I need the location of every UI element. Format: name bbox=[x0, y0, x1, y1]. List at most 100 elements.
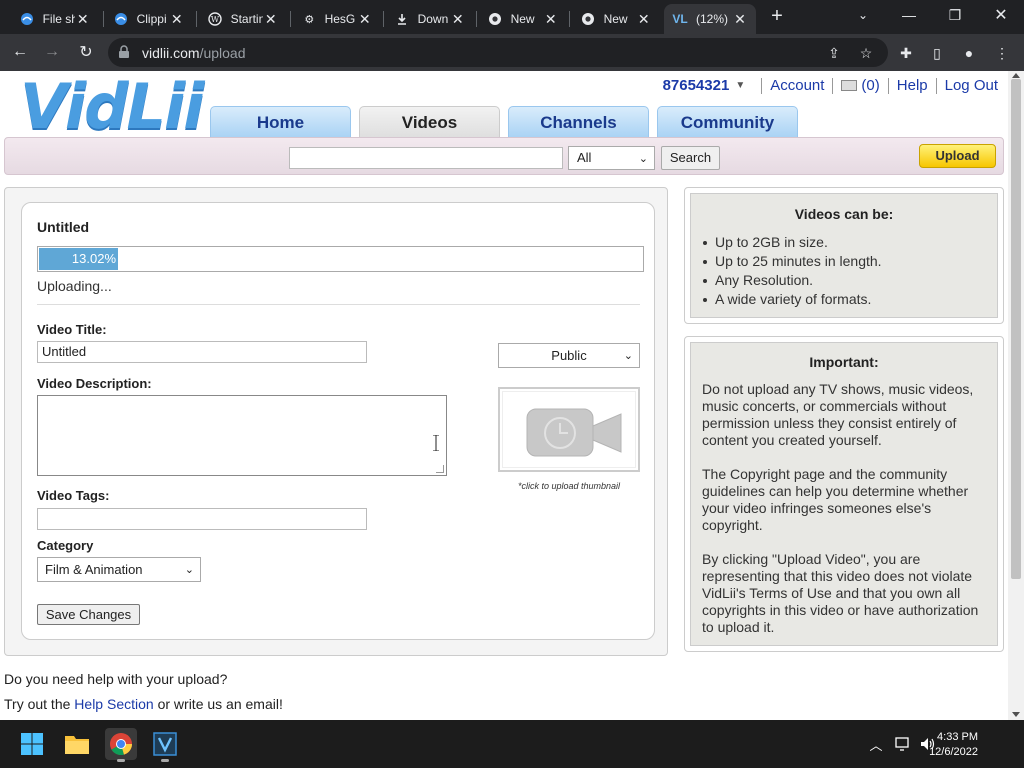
upload-form: Untitled 13.02% Uploading... Video Title… bbox=[21, 202, 655, 640]
nav-tab-home[interactable]: Home bbox=[210, 106, 351, 138]
address-bar[interactable]: vidlii.com/upload ⇪ ☆ bbox=[108, 38, 888, 67]
close-icon[interactable]: ✕ bbox=[75, 11, 90, 28]
page: VidLii 87654321 ▼ Account (0) Help Log O… bbox=[0, 71, 1008, 720]
video-description-label: Video Description: bbox=[37, 376, 152, 391]
bookmark-star-icon[interactable]: ☆ bbox=[858, 45, 874, 61]
video-title-label: Video Title: bbox=[37, 322, 107, 337]
text-cursor-icon bbox=[433, 435, 439, 451]
search-bar: All ⌄ Search Upload bbox=[4, 137, 1004, 175]
page-scrollbar[interactable] bbox=[1008, 71, 1024, 720]
help-question: Do you need help with your upload? bbox=[4, 671, 228, 687]
chevron-down-icon: ⌄ bbox=[184, 564, 194, 576]
help-section-link[interactable]: Help Section bbox=[74, 696, 153, 712]
close-icon[interactable]: ✕ bbox=[732, 11, 748, 28]
folder-icon bbox=[65, 736, 89, 754]
wordpress-icon: W bbox=[208, 11, 223, 27]
important-paragraph: By clicking "Upload Video", you are repr… bbox=[702, 551, 979, 635]
edge-icon bbox=[114, 11, 129, 27]
profile-icon[interactable]: ● bbox=[960, 44, 978, 62]
url-text: vidlii.com/upload bbox=[142, 45, 246, 61]
account-link[interactable]: Account bbox=[770, 77, 824, 94]
nav-tab-videos[interactable]: Videos bbox=[359, 106, 500, 138]
upload-panel: Untitled 13.02% Uploading... Video Title… bbox=[4, 187, 668, 656]
upload-button[interactable]: Upload bbox=[919, 144, 996, 168]
privacy-select[interactable]: Public ⌄ bbox=[498, 343, 640, 368]
info-title: Videos can be: bbox=[794, 206, 894, 222]
browser-tab[interactable]: File sh ✕ bbox=[12, 4, 98, 34]
browser-tab[interactable]: ⚙ HesG ✕ bbox=[294, 4, 380, 34]
chevron-down-icon: ⌄ bbox=[638, 153, 648, 165]
category-label: Category bbox=[37, 538, 94, 553]
forward-button[interactable]: → bbox=[42, 42, 62, 62]
help-link[interactable]: Help bbox=[897, 77, 928, 94]
tab-search-button[interactable]: ⌄ bbox=[840, 0, 886, 30]
menu-icon[interactable]: ⋮ bbox=[993, 44, 1011, 62]
nav-tab-community[interactable]: Community bbox=[657, 106, 798, 138]
chrome-icon bbox=[110, 733, 133, 756]
user-bar: 87654321 ▼ Account (0) Help Log Out bbox=[663, 77, 998, 94]
reload-button[interactable]: ↻ bbox=[76, 42, 96, 62]
scroll-down-icon[interactable] bbox=[1012, 712, 1020, 717]
important-paragraph: The Copyright page and the community gui… bbox=[702, 466, 969, 533]
progress-text: 13.02% bbox=[71, 251, 116, 266]
back-button[interactable]: ← bbox=[10, 42, 30, 62]
extensions-icon[interactable]: ✚ bbox=[897, 44, 915, 62]
important-panel: Important: Do not upload any TV shows, m… bbox=[684, 336, 1004, 652]
save-changes-button[interactable]: Save Changes bbox=[37, 604, 140, 625]
list-item: Any Resolution. bbox=[701, 271, 882, 290]
close-icon[interactable]: ✕ bbox=[543, 11, 558, 28]
start-button[interactable] bbox=[16, 728, 48, 760]
vidlii-app-button[interactable] bbox=[149, 728, 181, 762]
browser-toolbar: ← → ↻ vidlii.com/upload ⇪ ☆ ✚ ▯ ● ⋮ bbox=[0, 34, 1024, 71]
scroll-up-icon[interactable] bbox=[1012, 73, 1020, 78]
nav-tab-channels[interactable]: Channels bbox=[508, 106, 649, 138]
video-title-input[interactable]: Untitled bbox=[37, 341, 367, 363]
share-icon[interactable]: ⇪ bbox=[826, 45, 842, 61]
restore-button[interactable]: ❐ bbox=[932, 0, 978, 30]
close-icon[interactable]: ✕ bbox=[636, 11, 651, 28]
side-panel-icon[interactable]: ▯ bbox=[928, 44, 946, 62]
username-link[interactable]: 87654321 bbox=[663, 77, 730, 94]
system-clock[interactable]: 4:33 PM 12/6/2022 bbox=[929, 730, 978, 760]
new-tab-button[interactable]: + bbox=[767, 6, 787, 26]
scrollbar-thumb[interactable] bbox=[1011, 79, 1021, 579]
search-input[interactable] bbox=[289, 147, 563, 169]
windows-icon bbox=[21, 733, 43, 755]
close-window-button[interactable]: ✕ bbox=[978, 0, 1024, 30]
v-app-icon bbox=[153, 732, 177, 756]
download-icon bbox=[395, 11, 410, 27]
network-icon[interactable] bbox=[895, 736, 911, 752]
file-explorer-button[interactable] bbox=[61, 728, 93, 760]
svg-text:W: W bbox=[211, 15, 220, 24]
browser-tab[interactable]: New ✕ bbox=[480, 4, 566, 34]
category-select[interactable]: Film & Animation ⌄ bbox=[37, 557, 201, 582]
messages-link[interactable]: (0) bbox=[841, 77, 880, 94]
video-tags-input[interactable] bbox=[37, 508, 367, 530]
browser-tab-bar: File sh ✕ Clippi ✕ W Startin ✕ ⚙ HesG ✕ … bbox=[0, 0, 1024, 34]
search-button[interactable]: Search bbox=[661, 146, 720, 170]
chevron-up-icon[interactable]: ︿ bbox=[868, 736, 884, 753]
browser-tab[interactable]: New ✕ bbox=[573, 4, 659, 34]
chevron-down-icon: ⌄ bbox=[623, 350, 633, 362]
important-paragraph: Do not upload any TV shows, music videos… bbox=[702, 381, 974, 448]
vidlii-logo[interactable]: VidLii bbox=[20, 76, 205, 138]
logout-link[interactable]: Log Out bbox=[945, 77, 998, 94]
search-scope-select[interactable]: All ⌄ bbox=[568, 146, 655, 170]
hes-icon: ⚙ bbox=[304, 13, 315, 26]
chevron-down-icon[interactable]: ▼ bbox=[735, 80, 745, 91]
video-description-textarea[interactable] bbox=[37, 395, 447, 476]
chrome-taskbar-button[interactable] bbox=[105, 728, 137, 762]
close-icon[interactable]: ✕ bbox=[450, 11, 465, 28]
minimize-button[interactable]: — bbox=[886, 0, 932, 30]
browser-tab-active[interactable]: VL (12%) ✕ bbox=[664, 4, 756, 34]
thumbnail-upload[interactable] bbox=[498, 387, 640, 472]
resize-grip-icon[interactable] bbox=[436, 465, 444, 473]
close-icon[interactable]: ✕ bbox=[263, 11, 278, 28]
close-icon[interactable]: ✕ bbox=[169, 11, 184, 28]
info-panel: Videos can be: Up to 2GB in size. Up to … bbox=[684, 187, 1004, 324]
browser-tab[interactable]: Clippi ✕ bbox=[106, 4, 192, 34]
browser-tab[interactable]: Down ✕ bbox=[387, 4, 473, 34]
thumbnail-caption: *click to upload thumbnail bbox=[517, 481, 621, 491]
close-icon[interactable]: ✕ bbox=[357, 11, 372, 28]
browser-tab[interactable]: W Startin ✕ bbox=[200, 4, 286, 34]
